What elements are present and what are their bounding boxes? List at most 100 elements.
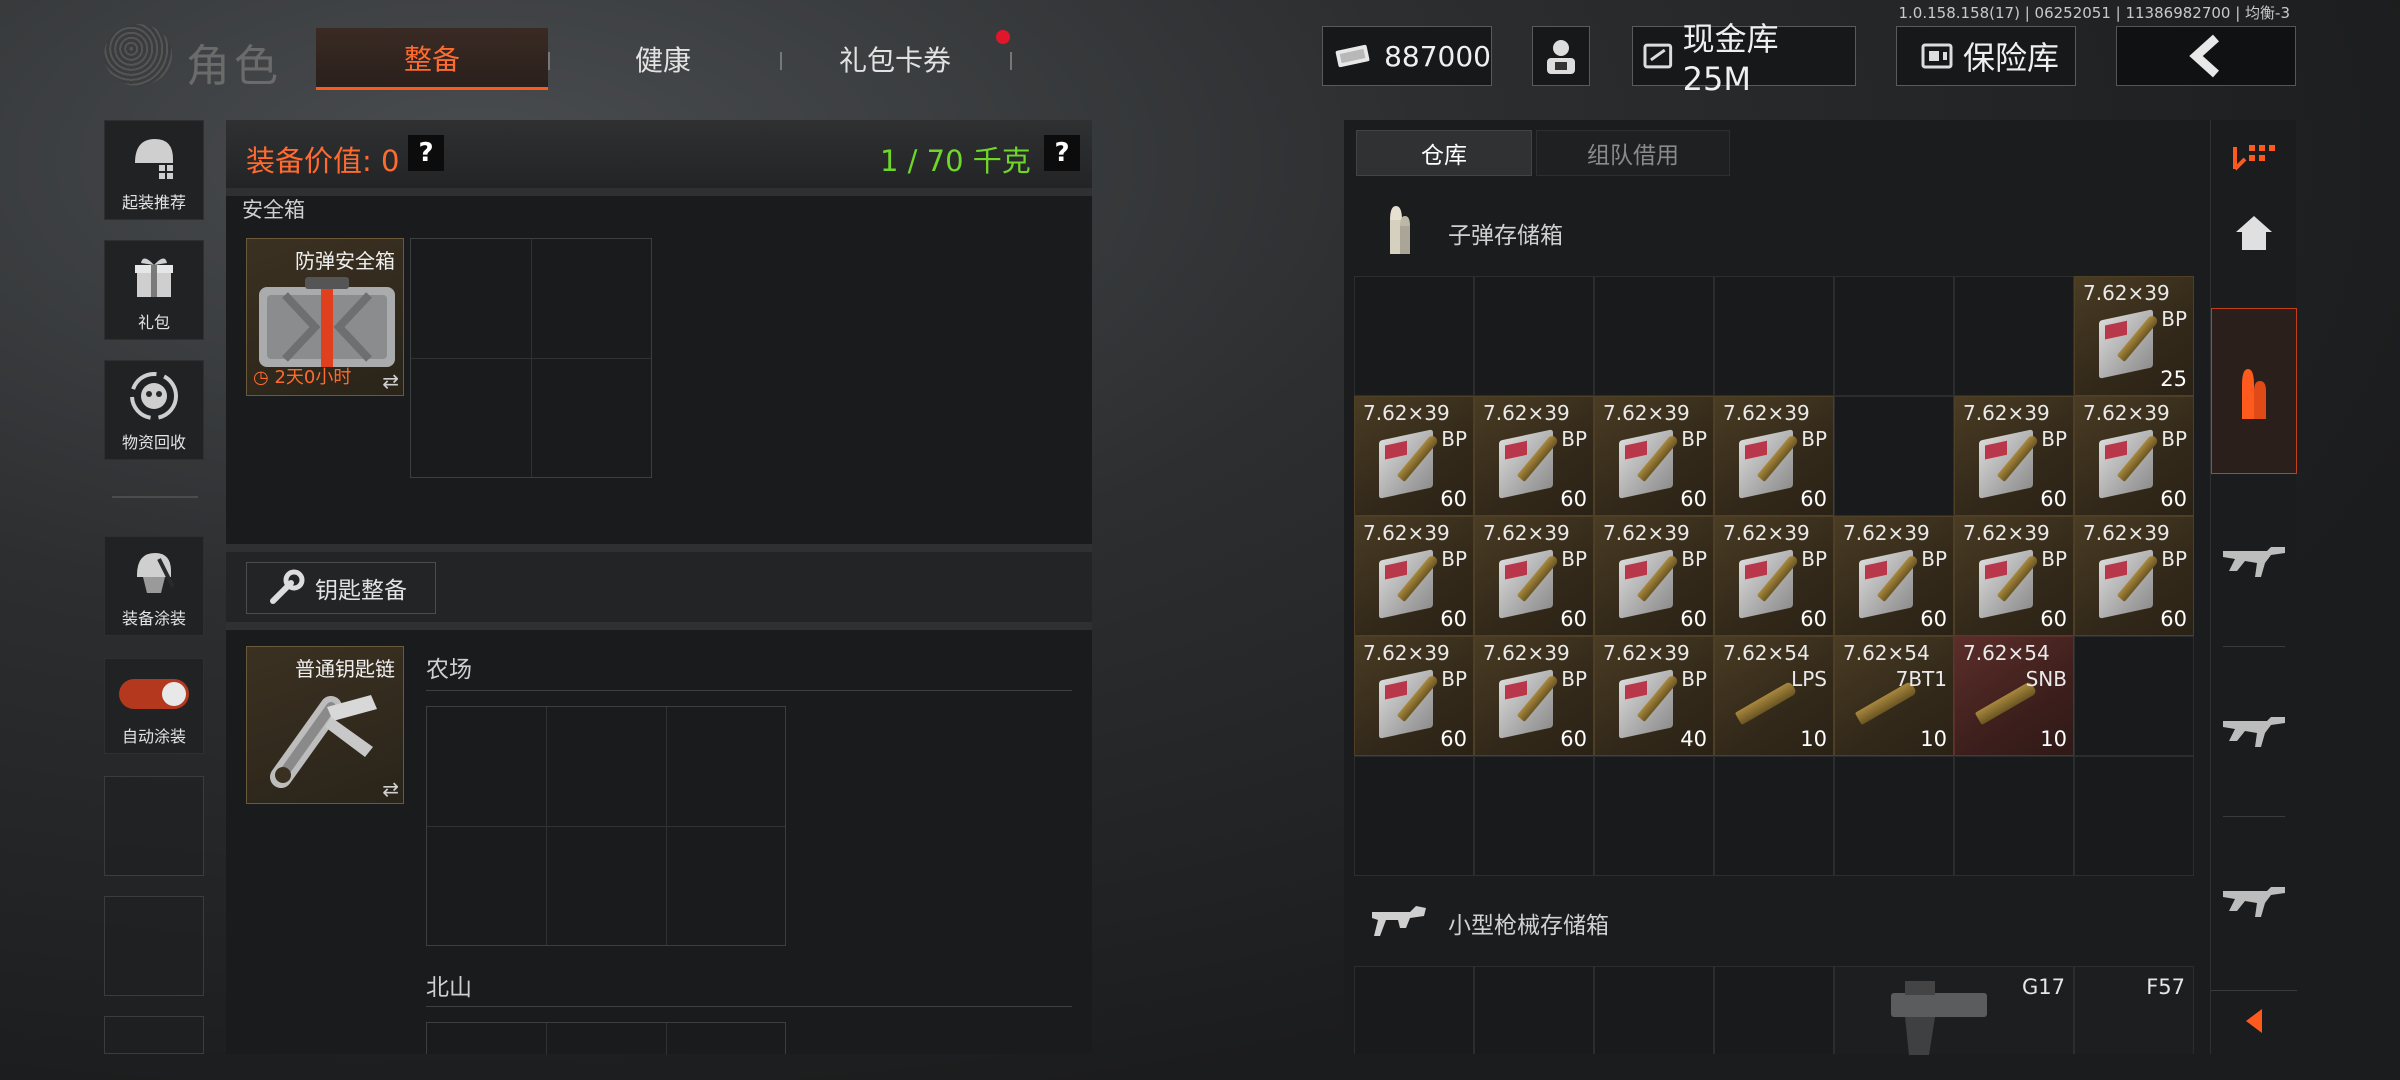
ammo-type: BP (2041, 427, 2067, 451)
ammo-caliber: 7.62×54 (1963, 641, 2050, 665)
inventory-cell[interactable] (1354, 756, 1474, 876)
north-key-slots[interactable] (426, 1022, 786, 1055)
ammo-item[interactable]: 7.62×39 BP 60 (1834, 516, 1954, 636)
ammo-item[interactable]: 7.62×54 7BT1 10 (1834, 636, 1954, 756)
inventory-cell[interactable] (1954, 756, 2074, 876)
inventory-cell[interactable] (2074, 756, 2194, 876)
ammo-caliber: 7.62×54 (1723, 641, 1810, 665)
inventory-cell[interactable] (1834, 396, 1954, 516)
pistol-icon (1891, 981, 1987, 1055)
key-section-north-mountain: 北山 (426, 975, 472, 1001)
gift-pack-button[interactable]: 礼包 (104, 240, 204, 340)
inventory-cell[interactable] (2074, 636, 2194, 756)
ammo-item[interactable]: 7.62×39 BP 60 (2074, 396, 2194, 516)
toggle-icon[interactable] (119, 679, 189, 709)
cash-vault-label: 现金库 25M (1682, 20, 1779, 98)
home-icon (2236, 216, 2272, 250)
tab-team-borrow[interactable]: 组队借用 (1536, 130, 1730, 176)
ammo-count: 60 (2040, 607, 2067, 631)
ammo-item[interactable]: 7.62×54 LPS 10 (1714, 636, 1834, 756)
nav-ammo[interactable] (2211, 308, 2297, 474)
inventory-cell[interactable] (1834, 756, 1954, 876)
inventory-cell[interactable] (1354, 276, 1474, 396)
weight-help-button[interactable]: ? (1044, 135, 1080, 171)
recycle-button[interactable]: 物资回收 (104, 360, 204, 460)
ammo-count: 60 (1800, 607, 1827, 631)
inventory-cell[interactable] (1594, 276, 1714, 396)
ammo-item[interactable]: 7.62×39 BP 60 (2074, 516, 2194, 636)
inventory-cell[interactable] (1594, 756, 1714, 876)
tab-divider (548, 52, 550, 70)
helmet-icon (127, 129, 181, 183)
ammo-count: 60 (2040, 487, 2067, 511)
key-loadout-label: 钥匙整备 (315, 578, 407, 604)
skin-icon (127, 545, 181, 599)
ammo-item[interactable]: 7.62×39 BP 25 (2074, 276, 2194, 396)
ammo-item[interactable]: 7.62×39 BP 60 (1474, 636, 1594, 756)
safe-box-item[interactable]: 防弹安全箱 ◷ 2天0小时 ⇄ (246, 238, 404, 396)
nav-collapse-button[interactable] (2211, 990, 2297, 1050)
ammo-item[interactable]: 7.62×39 BP 40 (1594, 636, 1714, 756)
ammo-item[interactable]: 7.62×39 BP 60 (1474, 516, 1594, 636)
inventory-cell[interactable] (1594, 966, 1714, 1054)
ammo-caliber: 7.62×39 (1483, 521, 1570, 545)
grid-line (546, 1023, 547, 1055)
swap-icon[interactable]: ⇄ (382, 369, 399, 393)
ammo-item[interactable]: 7.62×39 BP 60 (1714, 396, 1834, 516)
inventory-cell[interactable] (1954, 276, 2074, 396)
tab-health[interactable]: 健康 (552, 28, 774, 90)
equipment-skin-button[interactable]: 装备涂装 (104, 536, 204, 636)
nav-home[interactable] (2211, 192, 2297, 272)
ammo-item[interactable]: 7.62×39 BP 60 (1354, 636, 1474, 756)
ammo-item[interactable]: 7.62×39 BP 60 (1954, 396, 2074, 516)
tab-warehouse[interactable]: 仓库 (1356, 130, 1532, 176)
nav-rifles-2[interactable] (2211, 660, 2297, 800)
nav-divider (2223, 816, 2285, 817)
sidebar-item-label: 起装推荐 (121, 193, 186, 212)
cash-vault-button[interactable]: 现金库 25M (1632, 20, 1856, 98)
ammo-item[interactable]: 7.62×39 BP 60 (1354, 516, 1474, 636)
keychain-item[interactable]: 普通钥匙链 ⇄ (246, 646, 404, 804)
inventory-cell[interactable] (1714, 276, 1834, 396)
ammo-type: BP (1681, 547, 1707, 571)
ammo-item[interactable]: 7.62×39 BP 60 (1714, 516, 1834, 636)
tab-gift-coupons[interactable]: 礼包卡券 (784, 28, 1006, 90)
starter-loadout-button[interactable]: 起装推荐 (104, 120, 204, 220)
ammo-type: BP (1441, 667, 1467, 691)
inventory-cell[interactable] (1714, 966, 1834, 1054)
inventory-cell[interactable] (1474, 276, 1594, 396)
gun-item-f57[interactable]: F57 (2074, 966, 2194, 1054)
ammo-item[interactable]: 7.62×39 BP 60 (1954, 516, 2074, 636)
filter-button[interactable] (2211, 132, 2297, 182)
inventory-cell[interactable] (1714, 756, 1834, 876)
swap-icon[interactable]: ⇄ (382, 777, 399, 801)
ammo-caliber: 7.62×39 (1963, 521, 2050, 545)
ammo-caliber: 7.62×39 (1843, 521, 1930, 545)
support-button[interactable] (1532, 26, 1590, 86)
ammo-item[interactable]: 7.62×39 BP 60 (1474, 396, 1594, 516)
empty-sidebar-slot (104, 896, 204, 996)
inventory-cell[interactable] (1354, 966, 1474, 1054)
farm-key-slots[interactable] (426, 706, 786, 946)
nav-rifles-3[interactable] (2211, 830, 2297, 970)
ammo-item[interactable]: 7.62×54 SNB 10 (1954, 636, 2074, 756)
value-help-button[interactable]: ? (408, 135, 444, 171)
gun-item-g17[interactable]: G17 (1834, 966, 2074, 1055)
operator-icon (1547, 40, 1575, 74)
section-divider (226, 544, 1092, 552)
inventory-cell[interactable] (1474, 966, 1594, 1054)
inventory-cell[interactable] (1474, 756, 1594, 876)
ammo-item[interactable]: 7.62×39 BP 60 (1594, 396, 1714, 516)
safe-box-slots[interactable] (410, 238, 652, 478)
ammo-item[interactable]: 7.62×39 BP 60 (1354, 396, 1474, 516)
nav-rifles-1[interactable] (2211, 490, 2297, 630)
ammo-caliber: 7.62×39 (2083, 281, 2170, 305)
tab-loadout[interactable]: 整备 (316, 28, 548, 90)
key-loadout-button[interactable]: 钥匙整备 (246, 562, 436, 614)
back-button[interactable] (2116, 26, 2296, 86)
safe-vault-button[interactable]: 保险库 (1896, 26, 2076, 86)
sidebar-item-label: 礼包 (137, 313, 170, 332)
inventory-cell[interactable] (1834, 276, 1954, 396)
ammo-item[interactable]: 7.62×39 BP 60 (1594, 516, 1714, 636)
auto-skin-toggle[interactable]: 自动涂装 (104, 658, 204, 754)
